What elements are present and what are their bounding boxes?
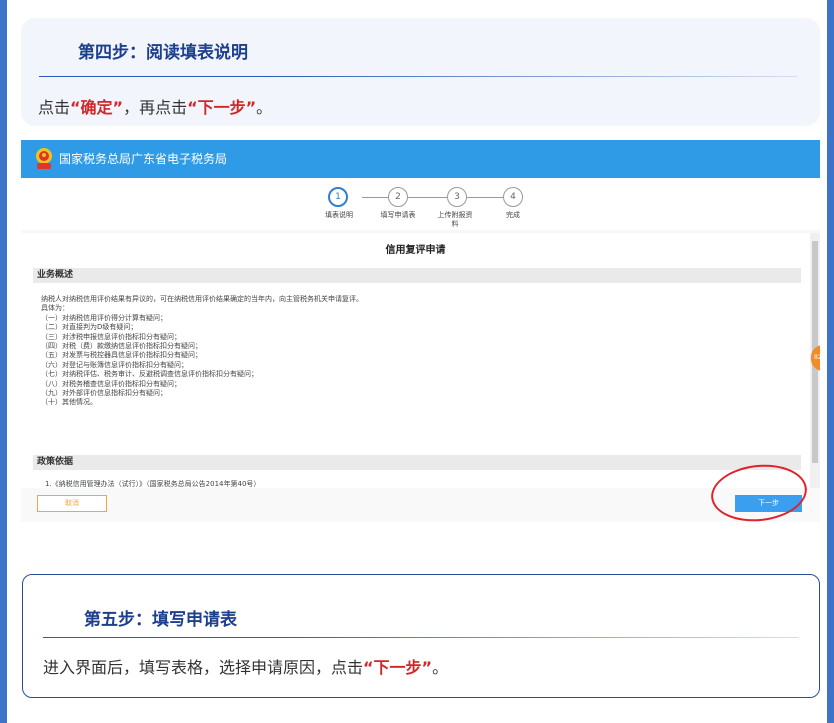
step-label-2: 填写申请表 (380, 211, 416, 219)
content-panel: 信用复评申请 业务概述 纳税人对纳税信用评价结果有异议的，可在纳税信用评价结果确… (21, 233, 810, 488)
step4-description: 点击“确定”，再点击“下一步”。 (38, 94, 272, 118)
step-circle-3: 3 (447, 187, 467, 207)
stepper-line-3 (467, 197, 503, 198)
list-item: （六）对登记与账簿信息评价指标扣分有疑问； (41, 360, 188, 369)
list-item: （十）其他情况。 (41, 398, 97, 407)
step5-card: 第五步：填写申请表 进入界面后，填写表格，选择申请原因，点击“下一步”。 (22, 574, 820, 698)
step-label-3: 上传附报资料 (437, 211, 473, 228)
step4-card: 第四步：阅读填表说明 点击“确定”，再点击“下一步”。 (21, 18, 820, 126)
tax-bureau-header: 国家税务总局广东省电子税务局 (21, 140, 820, 178)
step4-desc-mid: ，再点击 (123, 98, 188, 117)
section-policy: 政策依据 (33, 455, 801, 470)
step-label-1: 填表说明 (325, 211, 353, 219)
list-item: （三）对涉税申报信息评价指标扣分有疑问； (41, 332, 181, 341)
list-item: （八）对税务稽查信息评价指标扣分有疑问； (41, 379, 181, 388)
list-item: （一）对纳税信用评价得分计算有疑问； (41, 313, 167, 322)
step-circle-4: 4 (503, 187, 523, 207)
step5-description: 进入界面后，填写表格，选择申请原因，点击“下一步”。 (43, 654, 448, 678)
stepper-line-1 (362, 197, 388, 198)
tax-bureau-title: 国家税务总局广东省电子税务局 (59, 152, 228, 166)
intro-line: 纳税人对纳税信用评价结果有异议的，可在纳税信用评价结果确定的当年内，向主管税务机… (41, 295, 363, 303)
step4-title: 第四步：阅读填表说明 (78, 43, 248, 63)
step5-divider (43, 637, 799, 638)
list-item: （五）对发票与税控器具信息评价指标扣分有疑问； (41, 351, 202, 360)
step4-highlight-next: “下一步” (187, 98, 257, 117)
embedded-screenshot: 国家税务总局广东省电子税务局 1 2 3 4 填表说明 填写申请表 上传附报资料… (21, 140, 820, 522)
stepper-line-2 (408, 197, 447, 198)
cancel-button[interactable]: 取消 (37, 495, 107, 512)
list-item: （二）对直接判为D级有疑问； (41, 323, 138, 332)
policy-line: 1.《纳税信用管理办法（试行）》（国家税务总局公告2014年第40号） (45, 480, 261, 488)
action-footer: 取消 下一步 (21, 488, 820, 522)
step5-desc-post: 。 (432, 658, 449, 677)
step-circle-2: 2 (388, 187, 408, 207)
step-circle-1: 1 (328, 187, 348, 207)
progress-stepper (21, 178, 820, 230)
step5-desc-pre: 进入界面后，填写表格，选择申请原因，点击 (43, 658, 364, 677)
step-label-4: 完成 (506, 211, 520, 219)
step4-divider (39, 76, 797, 77)
list-item: （七）对纳税评估、税务审计、反避税调查信息评价指标扣分有疑问； (41, 370, 258, 379)
step5-title: 第五步：填写申请表 (84, 610, 237, 630)
tax-emblem-icon (36, 148, 52, 169)
step5-highlight-next: “下一步” (363, 658, 433, 677)
page-body: 第四步：阅读填表说明 点击“确定”，再点击“下一步”。 国家税务总局广东省电子税… (7, 0, 827, 723)
step4-desc-pre: 点击 (38, 98, 71, 117)
intro-line-2: 具体为： (41, 304, 69, 313)
overview-text: 纳税人对纳税信用评价结果有异议的，可在纳税信用评价结果确定的当年内，向主管税务机… (41, 295, 363, 408)
section-overview: 业务概述 (33, 268, 801, 283)
step4-highlight-confirm: “确定” (70, 98, 124, 117)
content-title: 信用复评申请 (385, 245, 446, 256)
step4-desc-post: 。 (256, 98, 273, 117)
